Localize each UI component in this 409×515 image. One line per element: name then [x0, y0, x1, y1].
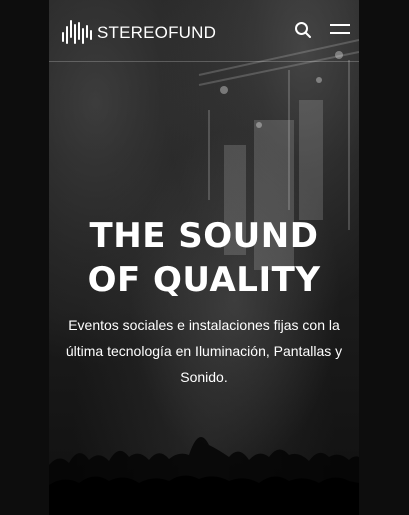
mobile-viewport: STEREOFUND THE SOUND OF QUALITY Eventos …: [49, 0, 359, 515]
soundwave-logo-icon: [62, 20, 92, 44]
hamburger-menu-button[interactable]: [330, 24, 350, 38]
hamburger-menu-icon-line: [330, 24, 350, 26]
crowd-silhouette-decoration: [49, 437, 359, 515]
site-header: STEREOFUND: [49, 0, 359, 62]
hero-title-line-2: OF QUALITY: [87, 260, 321, 300]
search-icon: [295, 22, 311, 38]
hero-title-line-1: THE SOUND: [89, 216, 319, 256]
brand-name: STEREOFUND: [97, 22, 217, 42]
hamburger-menu-icon-line: [330, 32, 350, 34]
search-button[interactable]: [294, 21, 312, 39]
hero-description: Eventos sociales e instalaciones fijas c…: [65, 317, 343, 385]
hero-title: THE SOUND OF QUALITY: [49, 214, 359, 302]
brand-logo[interactable]: STEREOFUND: [61, 17, 216, 45]
